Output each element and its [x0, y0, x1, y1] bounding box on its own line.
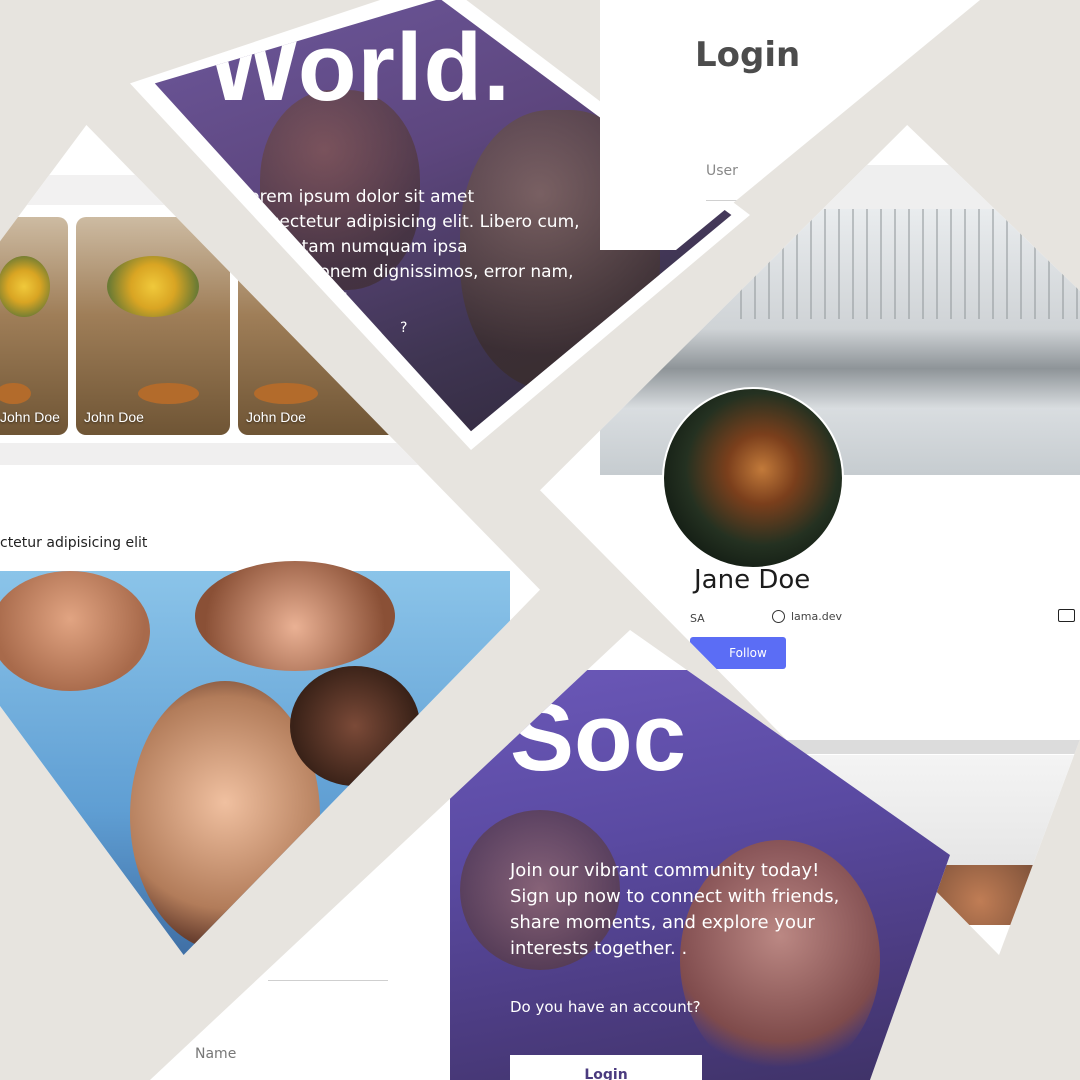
flowers-image	[106, 256, 200, 318]
person-face	[0, 571, 150, 691]
flowers-image	[0, 256, 51, 318]
username-field[interactable]: User	[706, 160, 796, 201]
website-link[interactable]: lama.dev	[772, 610, 842, 623]
avatar[interactable]	[662, 387, 844, 569]
story-card[interactable]: John Doe	[76, 217, 230, 435]
register-title: Soc	[510, 684, 687, 791]
mail-icon[interactable]	[1058, 609, 1075, 622]
hero-description: Lorem ipsum dolor sit amet consectetur a…	[240, 187, 580, 307]
globe-icon	[772, 610, 785, 623]
register-description: Join our vibrant community today! Sign u…	[510, 860, 840, 959]
login-button[interactable]: Login	[510, 1055, 702, 1080]
person-face	[195, 561, 395, 671]
profile-location: SA	[690, 612, 705, 625]
account-question: Do you have an account?	[510, 998, 701, 1016]
register-form-line	[268, 980, 388, 981]
profile-divider	[760, 740, 1080, 754]
feed-separator	[0, 443, 460, 465]
website-text: lama.dev	[791, 610, 843, 623]
follow-button[interactable]: Follow	[690, 637, 786, 669]
plate-image	[137, 382, 200, 405]
login-button-label: Login	[584, 1067, 628, 1080]
hero-trailing: ?	[400, 320, 408, 336]
cover-trees	[740, 209, 1080, 319]
profile-post-image	[920, 865, 1080, 925]
name-field[interactable]: Name	[195, 1043, 335, 1069]
login-title: Login	[695, 35, 801, 75]
hero-title: World.	[208, 14, 511, 121]
username-placeholder: User	[706, 163, 738, 179]
name-placeholder: Name	[195, 1046, 237, 1062]
person-face	[290, 666, 420, 786]
story-card[interactable]: John Doe	[0, 217, 68, 435]
profile-name: Jane Doe	[694, 565, 811, 595]
follow-label: Follow	[729, 646, 767, 660]
plate-image	[0, 382, 32, 405]
post-text: ctetur adipisicing elit	[0, 535, 148, 551]
story-card-name: John Doe	[246, 409, 306, 425]
story-card-name: John Doe	[0, 409, 60, 425]
story-card-name: John Doe	[84, 409, 144, 425]
plate-image	[254, 382, 318, 405]
location-text: SA	[690, 612, 705, 625]
